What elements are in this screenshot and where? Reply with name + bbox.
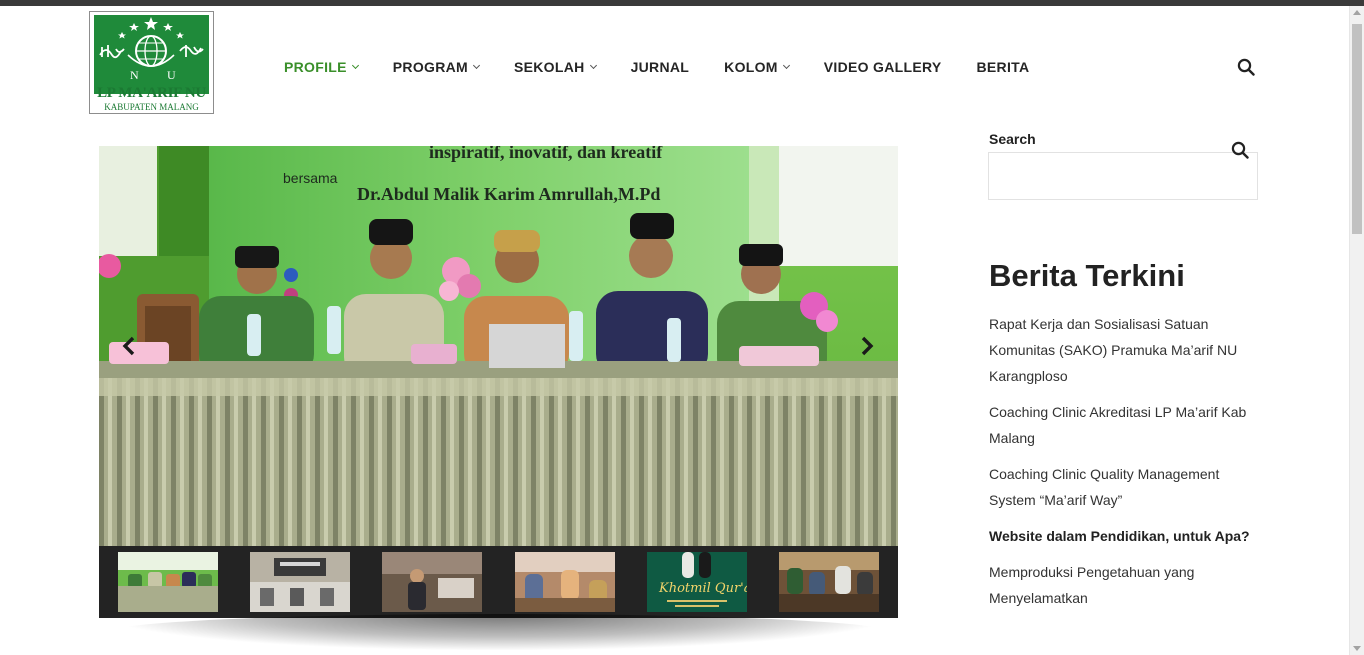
- banner-text-name: Dr.Abdul Malik Karim Amrullah,M.Pd: [357, 184, 660, 204]
- nav-item-program[interactable]: PROGRAM: [392, 59, 481, 75]
- recent-post-link[interactable]: Website dalam Pendidikan, untuk Apa?: [989, 523, 1259, 549]
- thumbnail-2[interactable]: [250, 552, 350, 612]
- image-slider: inspiratif, inovatif, dan kreatif bersam…: [99, 146, 898, 618]
- thumbnail-5-text: Khotmil Qur'an: [658, 581, 747, 596]
- banner-text-prefix: bersama: [283, 170, 338, 186]
- nav-label: SEKOLAH: [514, 59, 585, 75]
- thumbnail-3[interactable]: [382, 552, 482, 612]
- nav-label: BERITA: [976, 59, 1030, 75]
- nav-label: VIDEO GALLERY: [823, 59, 942, 75]
- logo-title: LP MA'ARIF NU: [97, 85, 206, 101]
- thumbnail-4[interactable]: [515, 552, 615, 612]
- slide-image: inspiratif, inovatif, dan kreatif bersam…: [99, 146, 898, 546]
- window-top-bar: [0, 0, 1364, 6]
- nav-label: PROGRAM: [392, 59, 468, 75]
- chevron-down-icon: [589, 61, 597, 69]
- logo-emblem: N U: [94, 15, 209, 94]
- thumbnail-strip: Khotmil Qur'an: [99, 546, 898, 618]
- recent-posts-title: Berita Terkini: [989, 258, 1185, 293]
- search-icon[interactable]: [1237, 58, 1255, 76]
- thumbnail-5[interactable]: Khotmil Qur'an: [647, 552, 747, 612]
- nav-item-berita[interactable]: BERITA: [977, 59, 1030, 75]
- slider-next-button[interactable]: [856, 334, 878, 358]
- chevron-left-icon: [122, 336, 135, 356]
- slider-shadow: [110, 614, 890, 650]
- nu-globe-emblem: N U: [99, 17, 204, 82]
- event-photo: inspiratif, inovatif, dan kreatif bersam…: [99, 146, 898, 546]
- recent-post-link[interactable]: Coaching Clinic Akreditasi LP Ma’arif Ka…: [989, 399, 1259, 451]
- recent-post-link[interactable]: Memproduksi Pengetahuan yang Menyelamatk…: [989, 559, 1259, 611]
- sidebar-search-box: [988, 152, 1258, 200]
- recent-post-link[interactable]: Rapat Kerja dan Sosialisasi Satuan Komun…: [989, 311, 1259, 389]
- thumbnail-1[interactable]: [118, 552, 218, 612]
- sidebar-search-label: Search: [989, 131, 1036, 147]
- nav-item-sekolah[interactable]: SEKOLAH: [514, 59, 597, 75]
- thumbnail-6[interactable]: [779, 552, 879, 612]
- nav-label: JURNAL: [630, 59, 690, 75]
- page-scrollbar[interactable]: [1349, 6, 1364, 655]
- search-input[interactable]: [989, 153, 1257, 199]
- scroll-down-arrow-icon[interactable]: [1353, 646, 1361, 651]
- nav-item-jurnal[interactable]: JURNAL: [631, 59, 690, 75]
- recent-posts-list: Rapat Kerja dan Sosialisasi Satuan Komun…: [989, 311, 1259, 621]
- nav-label: KOLOM: [724, 59, 778, 75]
- nav-label: PROFILE: [284, 59, 347, 75]
- scroll-up-arrow-icon[interactable]: [1353, 10, 1361, 15]
- search-icon[interactable]: [1231, 141, 1249, 159]
- main-navigation: PROFILE PROGRAM SEKOLAH JURNAL KOLOM VID…: [284, 57, 1064, 77]
- logo-letter-n: N: [130, 68, 139, 82]
- site-logo[interactable]: N U LP MA'ARIF NU KABUPATEN MALANG: [89, 11, 214, 114]
- nav-item-kolom[interactable]: KOLOM: [724, 59, 790, 75]
- chevron-down-icon: [782, 61, 790, 69]
- recent-post-link[interactable]: Coaching Clinic Quality Management Syste…: [989, 461, 1259, 513]
- slider-prev-button[interactable]: [118, 334, 140, 358]
- scrollbar-thumb[interactable]: [1352, 24, 1362, 234]
- chevron-down-icon: [351, 61, 359, 69]
- logo-subtitle: KABUPATEN MALANG: [104, 102, 199, 112]
- chevron-right-icon: [861, 336, 874, 356]
- nav-item-profile[interactable]: PROFILE: [284, 59, 359, 75]
- chevron-down-icon: [472, 61, 481, 69]
- logo-letter-u: U: [167, 68, 176, 82]
- nav-item-video-gallery[interactable]: VIDEO GALLERY: [824, 59, 942, 75]
- banner-text-line1: inspiratif, inovatif, dan kreatif: [429, 146, 663, 162]
